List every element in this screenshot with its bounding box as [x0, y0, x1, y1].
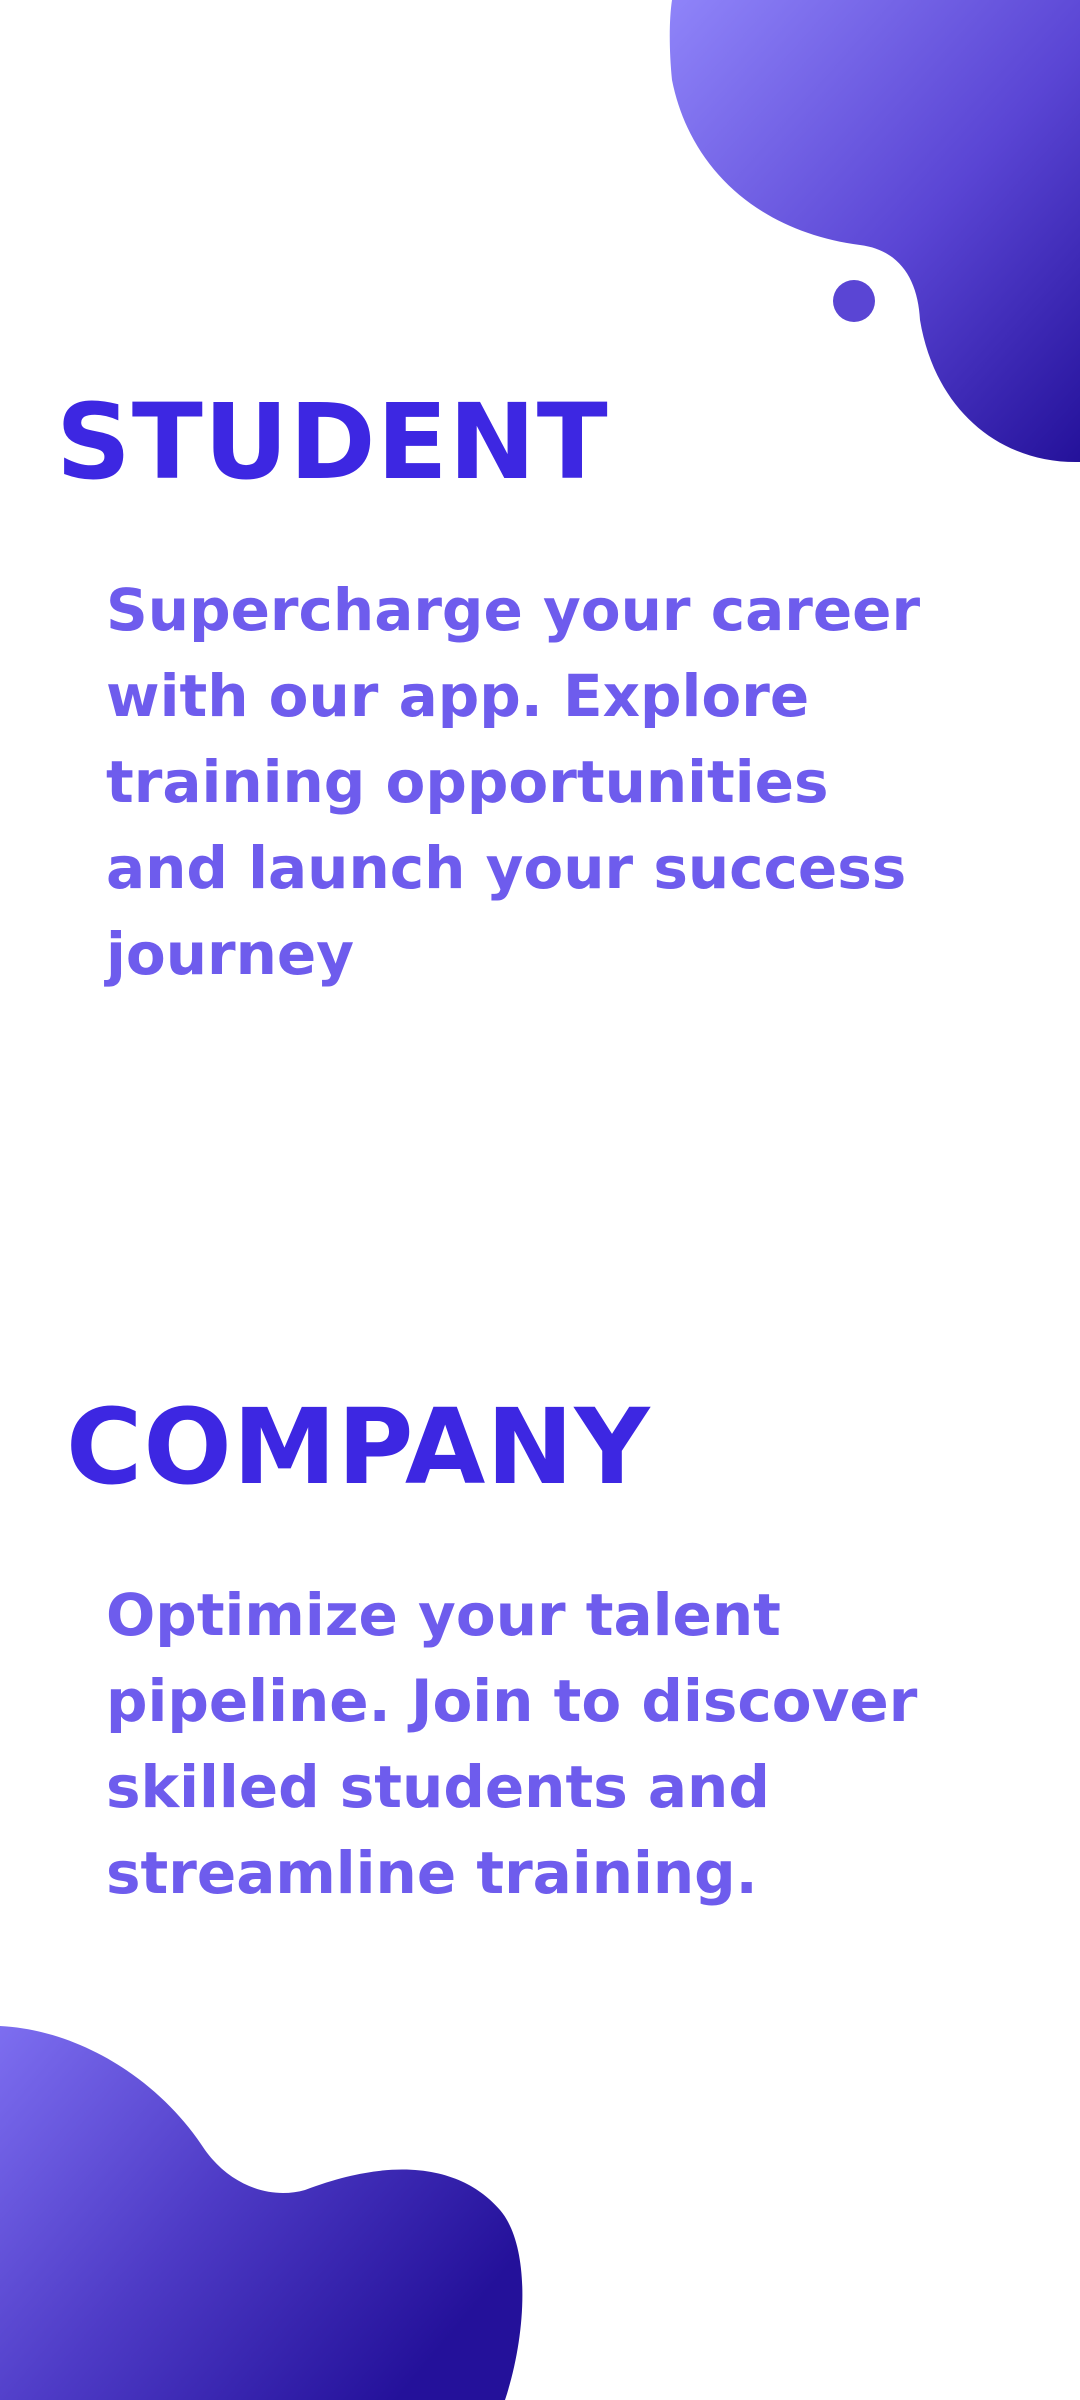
company-description: Optimize your talent pipeline. Join to d… [106, 1581, 918, 1907]
student-description: Supercharge your career with our app. Ex… [106, 576, 921, 988]
top-blob-shape [669, 0, 1080, 463]
company-title: COMPANY [66, 1386, 651, 1508]
bottom-decorative-blob [0, 2026, 523, 2400]
bottom-blob-shape [0, 2026, 523, 2400]
decorative-dot [833, 280, 875, 322]
student-title: STUDENT [56, 381, 609, 503]
